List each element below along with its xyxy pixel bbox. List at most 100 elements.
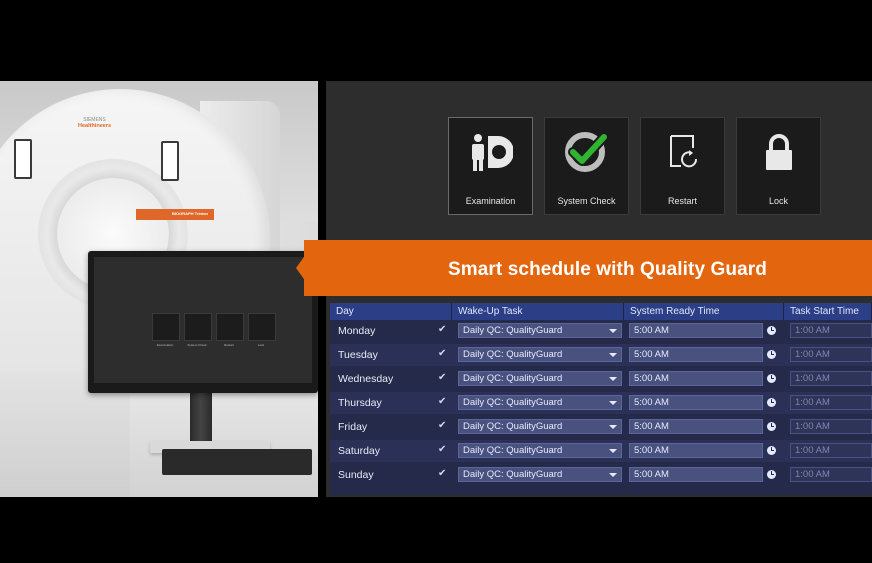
wake-up-task-select[interactable]: Daily QC: QualityGuard [458,323,622,338]
wake-up-task-value: Daily QC: QualityGuard [463,397,563,408]
enabled-checkmark[interactable]: ✔ [438,420,446,431]
restart-label: Restart [667,196,697,206]
mini-system-check-tile [184,313,212,341]
mini-restart-tile [216,313,244,341]
mini-examination-tile [152,313,180,341]
gantry-tablet-right [161,141,179,181]
header-day: Day [330,303,452,320]
clock-icon[interactable] [767,446,776,455]
header-system-ready-time: System Ready Time [624,303,784,320]
day-label: Monday [338,325,376,337]
day-label: Tuesday [338,349,378,361]
schedule-row: Friday ✔ Daily QC: QualityGuard 5:00 AM … [330,416,872,438]
clock-icon[interactable] [767,470,776,479]
banner-title: Smart schedule with Quality Guard [448,259,767,280]
dropdown-arrow-icon [609,401,617,405]
schedule-row: Saturday ✔ Daily QC: QualityGuard 5:00 A… [330,440,872,462]
control-monitor: Examination System Check Restart Lock [88,251,318,393]
dropdown-arrow-icon [609,425,617,429]
wake-up-task-select[interactable]: Daily QC: QualityGuard [458,419,622,434]
system-ready-time-input[interactable]: 5:00 AM [629,395,763,410]
mini-examination-label: Examination [156,343,174,347]
wake-up-task-value: Daily QC: QualityGuard [463,325,563,336]
schedule-row: Thursday ✔ Daily QC: QualityGuard 5:00 A… [330,392,872,414]
mini-system-check-label: System Check [187,343,207,347]
dropdown-arrow-icon [609,353,617,357]
task-start-time-input[interactable]: 1:00 AM [790,419,872,434]
system-ready-time-input[interactable]: 5:00 AM [629,443,763,458]
task-start-time-input[interactable]: 1:00 AM [790,371,872,386]
clock-icon[interactable] [767,350,776,359]
clock-icon[interactable] [767,374,776,383]
monitor-stand [190,393,212,445]
dropdown-arrow-icon [609,377,617,381]
wake-up-task-select[interactable]: Daily QC: QualityGuard [458,467,622,482]
system-ready-time-input[interactable]: 5:00 AM [629,419,763,434]
enabled-checkmark[interactable]: ✔ [438,372,446,383]
restart-tile[interactable]: Restart [640,117,725,215]
examination-tile[interactable]: Examination [448,117,533,215]
system-ready-time-input[interactable]: 5:00 AM [629,323,763,338]
schedule-row: Monday ✔ Daily QC: QualityGuard 5:00 AM … [330,320,872,342]
task-start-time-input[interactable]: 1:00 AM [790,395,872,410]
task-start-time-input[interactable]: 1:00 AM [790,323,872,338]
schedule-row: Tuesday ✔ Daily QC: QualityGuard 5:00 AM… [330,344,872,366]
day-label: Sunday [338,469,374,481]
day-label: Friday [338,421,368,433]
system-check-icon [545,118,628,186]
wake-up-task-value: Daily QC: QualityGuard [463,445,563,456]
mini-lock-label: Lock [257,343,265,347]
wake-up-task-value: Daily QC: QualityGuard [463,349,563,360]
mini-lock-tile [248,313,276,341]
dropdown-arrow-icon [609,473,617,477]
wake-up-task-value: Daily QC: QualityGuard [463,373,563,384]
scanner-logo: SIEMENS Healthineers [78,117,111,129]
system-ready-time-input[interactable]: 5:00 AM [629,371,763,386]
scanner-model-label: BIOGRAPH Trinion [172,211,208,216]
keyboard [162,449,312,475]
enabled-checkmark[interactable]: ✔ [438,468,446,479]
system-check-label: System Check [557,196,616,206]
wake-up-task-select[interactable]: Daily QC: QualityGuard [458,371,622,386]
scanner-photo: SIEMENS Healthineers BIOGRAPH Trinion Ex… [0,81,318,497]
system-ready-time-input[interactable]: 5:00 AM [629,467,763,482]
examination-icon [449,118,532,186]
wake-up-task-select[interactable]: Daily QC: QualityGuard [458,395,622,410]
schedule-table: Day Wake-Up Task System Ready Time Task … [330,303,872,495]
wake-up-task-value: Daily QC: QualityGuard [463,469,563,480]
mini-restart-label: Restart [224,343,234,347]
enabled-checkmark[interactable]: ✔ [438,324,446,335]
clock-icon[interactable] [767,398,776,407]
header-wake-up-task: Wake-Up Task [452,303,624,320]
wake-up-task-select[interactable]: Daily QC: QualityGuard [458,443,622,458]
task-start-time-input[interactable]: 1:00 AM [790,347,872,362]
system-ready-time-input[interactable]: 5:00 AM [629,347,763,362]
enabled-checkmark[interactable]: ✔ [438,444,446,455]
header-task-start-time: Task Start Time [784,303,872,320]
enabled-checkmark[interactable]: ✔ [438,348,446,359]
system-check-tile[interactable]: System Check [544,117,629,215]
scanner-brand-sub: Healthineers [78,123,112,129]
day-label: Thursday [338,397,382,409]
day-label: Wednesday [338,373,394,385]
task-start-time-input[interactable]: 1:00 AM [790,467,872,482]
desk [130,381,318,497]
examination-label: Examination [465,196,516,206]
lock-label: Lock [768,196,788,206]
lock-tile[interactable]: Lock [736,117,821,215]
enabled-checkmark[interactable]: ✔ [438,396,446,407]
clock-icon[interactable] [767,326,776,335]
gantry-tablet-left [14,139,32,179]
lock-icon [737,118,820,186]
dropdown-arrow-icon [609,449,617,453]
schedule-row: Wednesday ✔ Daily QC: QualityGuard 5:00 … [330,368,872,390]
stage: SIEMENS Healthineers BIOGRAPH Trinion Ex… [0,81,872,497]
wake-up-task-value: Daily QC: QualityGuard [463,421,563,432]
wake-up-task-select[interactable]: Daily QC: QualityGuard [458,347,622,362]
schedule-row: Sunday ✔ Daily QC: QualityGuard 5:00 AM … [330,464,872,486]
task-start-time-input[interactable]: 1:00 AM [790,443,872,458]
clock-icon[interactable] [767,422,776,431]
scanner-model-strip: BIOGRAPH Trinion [136,209,214,220]
dropdown-arrow-icon [609,329,617,333]
restart-icon [641,118,724,186]
